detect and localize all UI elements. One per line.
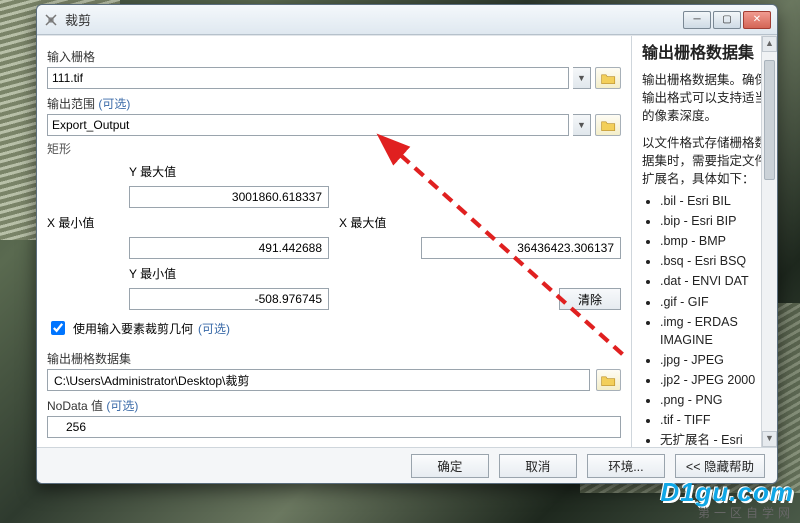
- export-scope-field[interactable]: [47, 114, 569, 136]
- browse-input-raster-button[interactable]: [595, 67, 621, 89]
- keep-extent-checkbox[interactable]: 保持裁剪范围 (可选): [47, 444, 621, 447]
- help-format-item: .dat - ENVI DAT: [660, 272, 767, 290]
- help-format-list: .bil - Esri BIL .bip - Esri BIP .bmp - BMP…: [642, 192, 767, 447]
- vscroll-up-icon[interactable]: ▲: [762, 36, 777, 52]
- titlebar[interactable]: 裁剪 ─ ▢ ✕: [37, 5, 777, 35]
- help-p1: 输出栅格数据集。确保输出格式可以支持适当的像素深度。: [642, 71, 767, 125]
- app-icon: [43, 12, 59, 28]
- minimize-button[interactable]: ─: [683, 11, 711, 29]
- nodata-input[interactable]: [47, 416, 621, 438]
- vscroll-thumb[interactable]: [764, 60, 775, 180]
- use-input-geom-checkbox[interactable]: 使用输入要素裁剪几何 (可选): [47, 318, 621, 338]
- xmax-input[interactable]: [421, 237, 621, 259]
- form-panel: 输入栅格 ▼ 输出范围 (可选) ▼: [37, 36, 631, 447]
- input-raster-field[interactable]: [47, 67, 569, 89]
- help-format-item: .bmp - BMP: [660, 232, 767, 250]
- label-xmin: X 最小值: [47, 214, 119, 231]
- input-raster-dropdown[interactable]: ▼: [573, 67, 591, 89]
- export-scope-dropdown[interactable]: ▼: [573, 114, 591, 136]
- ymin-input[interactable]: [129, 288, 329, 310]
- help-format-item: .jp2 - JPEG 2000: [660, 371, 767, 389]
- clear-button[interactable]: 清除: [559, 288, 621, 310]
- help-format-item: .img - ERDAS IMAGINE: [660, 313, 767, 349]
- ok-button[interactable]: 确定: [411, 454, 489, 478]
- label-ymin: Y 最小值: [129, 265, 329, 282]
- label-input-raster: 输入栅格: [47, 48, 621, 65]
- help-panel: 输出栅格数据集 输出栅格数据集。确保输出格式可以支持适当的像素深度。 以文件格式…: [631, 36, 777, 447]
- browse-export-scope-button[interactable]: [595, 114, 621, 136]
- vscroll-down-icon[interactable]: ▼: [762, 431, 777, 447]
- label-out-dataset: 输出栅格数据集: [47, 350, 621, 367]
- out-dataset-input[interactable]: [47, 369, 590, 391]
- help-format-item: 无扩展名 - Esri Grid: [660, 431, 767, 447]
- label-export-scope: 输出范围 (可选): [47, 95, 621, 112]
- cancel-button[interactable]: 取消: [499, 454, 577, 478]
- close-button[interactable]: ✕: [743, 11, 771, 29]
- hide-help-button[interactable]: << 隐藏帮助: [675, 454, 765, 478]
- help-format-item: .gif - GIF: [660, 293, 767, 311]
- ymax-input[interactable]: [129, 186, 329, 208]
- maximize-button[interactable]: ▢: [713, 11, 741, 29]
- xmin-input[interactable]: [129, 237, 329, 259]
- help-title: 输出栅格数据集: [642, 42, 767, 65]
- label-ymax: Y 最大值: [129, 163, 329, 180]
- environments-button[interactable]: 环境...: [587, 454, 665, 478]
- window-title: 裁剪: [65, 10, 91, 29]
- help-format-item: .bip - Esri BIP: [660, 212, 767, 230]
- label-xmax: X 最大值: [339, 214, 411, 231]
- help-format-item: .bsq - Esri BSQ: [660, 252, 767, 270]
- watermark: D1gu.com 第一区自学网: [660, 477, 794, 521]
- label-nodata: NoData 值 (可选): [47, 397, 621, 414]
- help-format-item: .png - PNG: [660, 391, 767, 409]
- help-format-item: .bil - Esri BIL: [660, 192, 767, 210]
- extent-grid: Y 最大值 X 最小值 X 最大值 Y 最小值 清除: [47, 163, 621, 310]
- help-format-item: .tif - TIFF: [660, 411, 767, 429]
- help-p2: 以文件格式存储栅格数据集时，需要指定文件扩展名，具体如下：: [642, 134, 767, 188]
- help-format-item: .jpg - JPEG: [660, 351, 767, 369]
- label-rect: 矩形: [47, 140, 621, 157]
- vscrollbar[interactable]: ▲ ▼: [761, 36, 777, 447]
- clip-dialog: 裁剪 ─ ▢ ✕ 输入栅格 ▼ 输出范围 (可选): [36, 4, 778, 484]
- use-input-geom-input[interactable]: [51, 321, 65, 335]
- browse-out-dataset-button[interactable]: [596, 369, 621, 391]
